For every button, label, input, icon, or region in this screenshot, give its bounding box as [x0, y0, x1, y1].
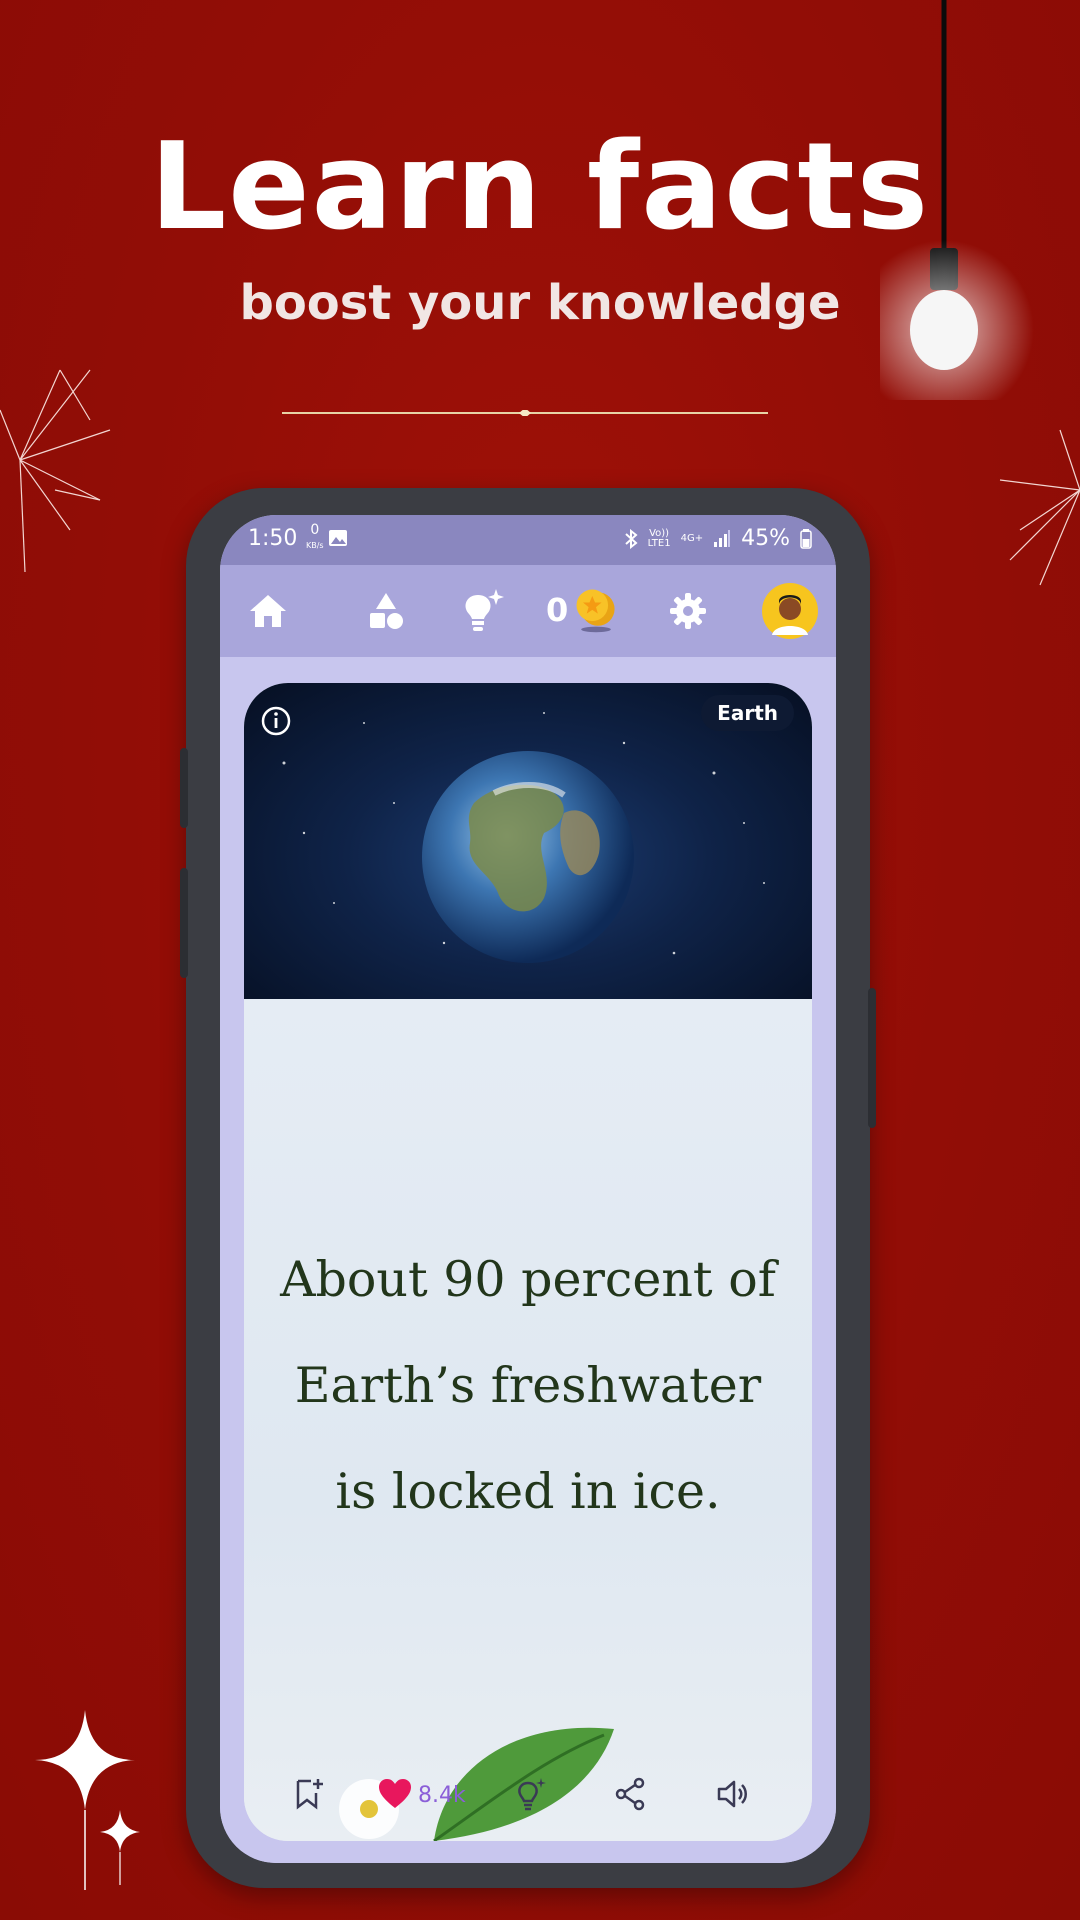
- feed: Earth About 90 percent of Earth’s freshw…: [220, 657, 836, 1863]
- lte-label: LTE1: [647, 537, 671, 549]
- fact-line: About 90 percent of: [280, 1251, 776, 1308]
- home-button[interactable]: [242, 585, 294, 637]
- categories-button[interactable]: [360, 585, 412, 637]
- fact-line: Earth’s freshwater: [294, 1357, 762, 1414]
- net-speed-unit: KB/s: [306, 541, 324, 550]
- like-count: 8.4k: [418, 1783, 466, 1808]
- home-icon: [250, 595, 286, 627]
- phone-screen: 1:50 0 KB/s Vo)) LTE1 4G+ 45% 0 Earth Ab…: [220, 515, 836, 1863]
- network-type: 4G+: [680, 533, 704, 544]
- net-speed: 0 KB/s: [306, 523, 324, 553]
- avatar: [762, 583, 818, 639]
- net-speed-value: 0: [310, 522, 320, 538]
- app-bar: 0: [220, 565, 836, 657]
- speaker-icon[interactable]: [716, 1777, 750, 1811]
- category-tag: Earth: [701, 695, 794, 731]
- phone-side-button: [180, 868, 188, 978]
- ideas-button[interactable]: [456, 585, 508, 637]
- fact-card[interactable]: Earth About 90 percent of Earth’s freshw…: [244, 683, 812, 1841]
- coin-count: 0: [546, 591, 569, 629]
- settings-button[interactable]: [662, 585, 714, 637]
- decorative-divider: [282, 410, 768, 416]
- status-bar: 1:50 0 KB/s Vo)) LTE1 4G+ 45%: [220, 515, 836, 565]
- profile-button[interactable]: [760, 581, 820, 641]
- light-bulb-icon: [880, 0, 1034, 400]
- bookmark-add-icon[interactable]: [294, 1777, 324, 1811]
- coin-icon: [576, 589, 615, 633]
- status-right: Vo)) LTE1 4G+ 45%: [624, 526, 812, 551]
- decorative-spark-icon: [999, 429, 1080, 586]
- fact-text: About 90 percent of Earth’s freshwater i…: [264, 1227, 792, 1545]
- share-icon[interactable]: [614, 1777, 646, 1811]
- idea-hint-icon[interactable]: [514, 1777, 548, 1813]
- phone-side-button: [180, 748, 188, 828]
- battery-icon: [800, 528, 812, 549]
- fact-image: Earth: [244, 683, 812, 999]
- bluetooth-icon: [624, 528, 638, 549]
- coins-button[interactable]: [570, 583, 622, 635]
- decorative-spark-icon: [0, 369, 111, 573]
- idea-icon: [465, 589, 504, 631]
- info-icon[interactable]: [260, 705, 292, 737]
- volte-indicator: Vo)) LTE1: [647, 528, 671, 549]
- gallery-icon: [329, 530, 347, 546]
- fact-line: is locked in ice.: [335, 1463, 721, 1520]
- decorative-star-icon: [35, 1710, 140, 1890]
- status-time: 1:50: [248, 526, 298, 551]
- phone-side-button: [868, 988, 876, 1128]
- battery-percent: 45%: [741, 526, 790, 551]
- fact-body: About 90 percent of Earth’s freshwater i…: [244, 999, 812, 1841]
- card-actions: 8.4k: [244, 1765, 812, 1825]
- gear-icon: [670, 593, 706, 629]
- heart-icon[interactable]: [378, 1779, 412, 1809]
- signal-icon: [714, 529, 731, 547]
- categories-icon: [370, 593, 403, 629]
